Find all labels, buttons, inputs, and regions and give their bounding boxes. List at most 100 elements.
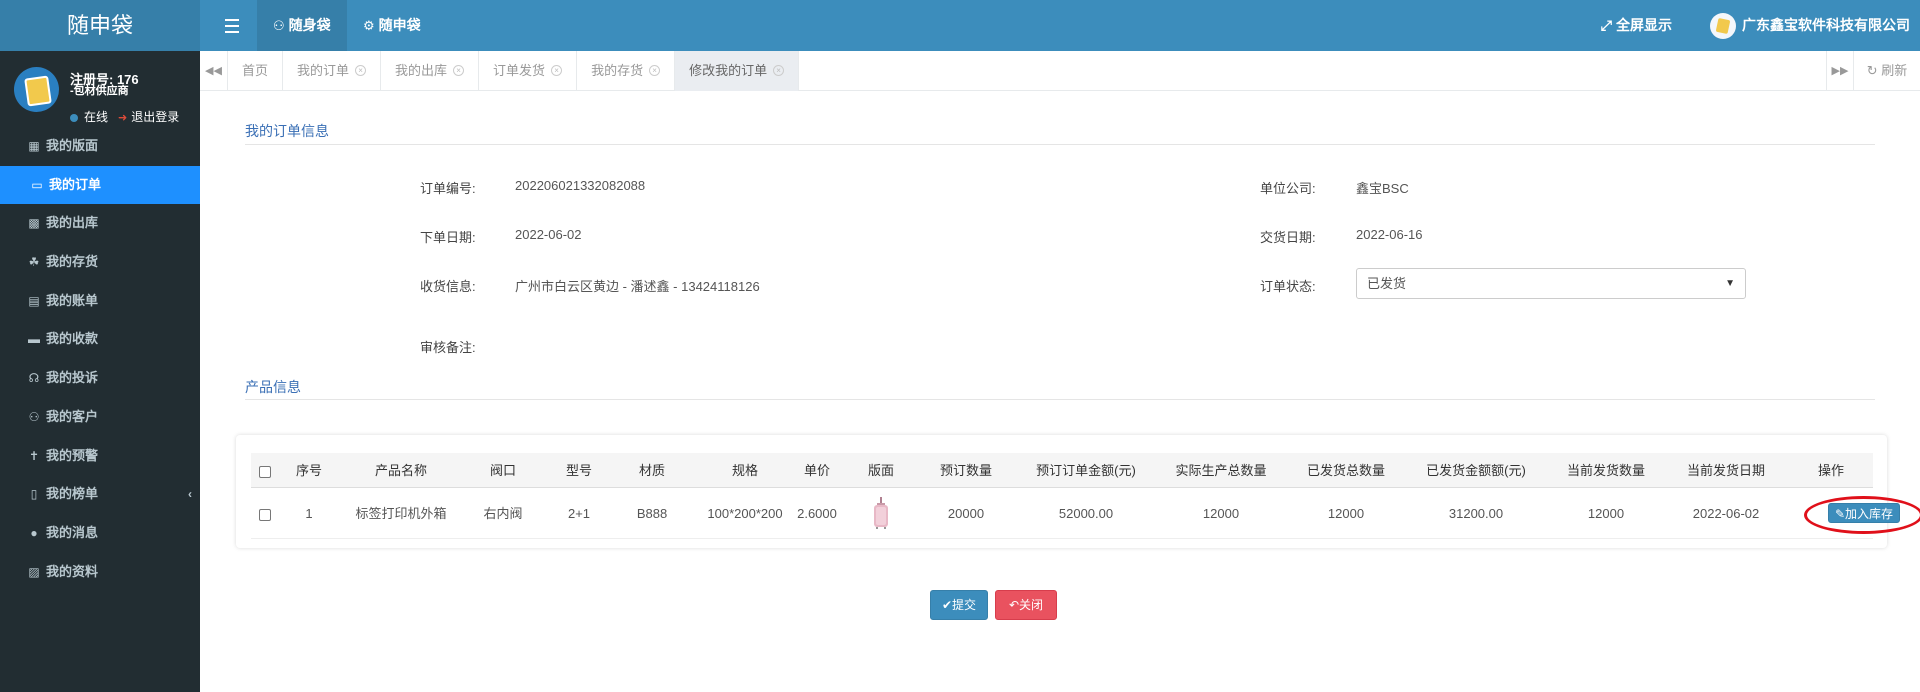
close-icon[interactable]: × — [453, 65, 465, 77]
online-dot-icon — [70, 113, 78, 122]
table-header: 序号 产品名称 阀口 型号 材质 规格 单价 版面 预订数量 预订订单金额(元)… — [251, 453, 1873, 488]
sidebar-item-orders[interactable]: ▭ 我的订单 — [0, 165, 200, 205]
submit-button[interactable]: ✔提交 — [930, 590, 988, 620]
sidebar-item-customers[interactable]: ⚇ 我的客户 — [0, 398, 200, 437]
cell-ordered-qty: 20000 — [947, 506, 985, 521]
tab-order-shipping[interactable]: 订单发货 × — [479, 51, 578, 91]
column-header: 当前发货日期 — [1686, 463, 1765, 478]
shipping-info-label: 收货信息: — [420, 279, 476, 294]
tabs-scroll-right-button[interactable]: ▶▶ — [1826, 51, 1854, 91]
check-icon: ✔ — [941, 598, 953, 612]
logout-link[interactable]: ➜ 退出登录 — [118, 108, 179, 125]
tab-home[interactable]: 首页 — [228, 51, 284, 91]
column-header: 阀口 — [489, 463, 516, 478]
product-table: 序号 产品名称 阀口 型号 材质 规格 单价 版面 预订数量 预订订单金额(元)… — [236, 435, 1920, 548]
cell-produced-qty: 12000 — [1202, 506, 1240, 521]
page-tab-strip: ◀◀ 首页 我的订单 × 我的出库 × 订单发货 × 我的存货 × 修改我的订单 × ▶▶… — [200, 51, 1920, 91]
close-icon[interactable]: × — [355, 65, 367, 77]
backward-icon: ◀◀ — [205, 65, 222, 77]
desktop-icon: ▭ — [31, 177, 43, 192]
users-icon: ⚇ — [273, 18, 285, 33]
column-header: 产品名称 — [374, 463, 427, 478]
top-tab-suishendai[interactable]: ⚇ 随身袋 — [257, 0, 347, 51]
cell-unit-price: 2.6000 — [797, 506, 837, 521]
company-logo-icon — [1710, 13, 1736, 40]
cell-order-amount: 52000.00 — [1058, 506, 1114, 521]
users-icon: ⚇ — [28, 409, 40, 424]
sidebar-item-profile[interactable]: ▨ 我的资料 — [0, 553, 200, 592]
expand-icon: ⤢ — [1600, 17, 1612, 33]
column-header: 预订数量 — [939, 463, 992, 478]
order-date-value: 2022-06-02 — [515, 227, 582, 242]
close-button[interactable]: ↶关闭 — [995, 590, 1057, 620]
money-icon: ▤ — [28, 293, 40, 308]
column-header: 实际生产总数量 — [1175, 463, 1267, 478]
id-card-icon: ▨ — [28, 564, 40, 579]
order-number-value: 202206021332082088 — [515, 178, 646, 193]
sidebar-item-payments[interactable]: ▬ 我的收款 — [0, 320, 200, 359]
column-header: 已发货金额额(元) — [1426, 463, 1526, 478]
cell-shipped-amount: 31200.00 — [1448, 506, 1504, 521]
brand-logo[interactable]: 随申袋 — [0, 0, 200, 51]
fullscreen-button[interactable]: ⤢ 全屏显示 — [1601, 0, 1672, 51]
chevron-left-icon: ‹ — [188, 487, 192, 502]
cell-spec: 100*200*200 — [707, 506, 783, 521]
shipping-info-value: 广州市白云区黄边 - 潘述鑫 - 13424118126 — [515, 279, 760, 294]
sidebar: 注册号: 176 -包材供应商 在线 ➜ 退出登录 ▦ 我的版面 ▭ 我的订单 ▩ 我的… — [0, 51, 200, 692]
delivery-date-value: 2022-06-16 — [1356, 227, 1423, 242]
row-checkbox[interactable] — [255, 489, 275, 539]
sidebar-item-layout[interactable]: ▦ 我的版面 — [0, 127, 200, 166]
sidebar-toggle-button[interactable] — [218, 15, 246, 37]
column-header: 规格 — [731, 463, 758, 478]
chevron-down-icon: ▼ — [1725, 278, 1735, 289]
tab-my-outbound[interactable]: 我的出库 × — [381, 51, 480, 91]
column-header: 材质 — [638, 463, 665, 478]
cubes-icon: ☘ — [28, 255, 40, 270]
top-tab-suishendai-2[interactable]: ⚙ 随申袋 — [347, 0, 437, 51]
sidebar-item-inventory[interactable]: ☘ 我的存货 — [0, 243, 200, 282]
sidebar-item-complaints[interactable]: ☊ 我的投诉 — [0, 359, 200, 398]
sitemap-icon: ▦ — [28, 139, 40, 153]
sidebar-item-alerts[interactable]: ✝ 我的预警 — [0, 437, 200, 476]
credit-card-icon: ▬ — [28, 332, 40, 347]
tab-my-inventory[interactable]: 我的存货 × — [577, 51, 676, 91]
globe-icon: ● — [30, 525, 38, 540]
main-content: 我的订单信息 订单编号: 202206021332082088 单位公司: 鑫宝… — [200, 92, 1920, 692]
divider — [245, 144, 1875, 145]
sidebar-item-rankings[interactable]: ▯ 我的榜单 ‹ — [0, 475, 200, 514]
order-status-select[interactable]: 已发货 ▼ — [1356, 268, 1746, 299]
bus-icon: ▩ — [28, 216, 40, 231]
close-icon[interactable]: × — [649, 65, 661, 77]
refresh-icon: ↻ — [1866, 63, 1878, 78]
user-panel: 注册号: 176 -包材供应商 在线 ➜ 退出登录 — [0, 51, 200, 126]
cell-current-ship-qty: 12000 — [1587, 506, 1625, 521]
column-header: 型号 — [565, 463, 592, 478]
tabs-scroll-left-button[interactable]: ◀◀ — [200, 51, 228, 91]
sidebar-item-messages[interactable]: ● 我的消息 — [0, 514, 200, 553]
tab-edit-order[interactable]: 修改我的订单 × — [675, 51, 800, 91]
forward-icon: ▶▶ — [1831, 65, 1849, 77]
online-status: 在线 — [70, 108, 108, 125]
avatar — [14, 67, 59, 112]
tab-my-orders[interactable]: 我的订单 × — [283, 51, 382, 91]
top-navbar: 随申袋 ⚇ 随身袋 ⚙ 随申袋 ⤢ 全屏显示 广东鑫宝软件科技有限公司 — [0, 0, 1920, 51]
headphones-icon: ☊ — [28, 371, 40, 386]
delivery-date-label: 交货日期: — [1260, 230, 1316, 245]
bar-chart-icon: ▯ — [30, 487, 38, 502]
cell-index: 1 — [305, 506, 313, 521]
sidebar-item-outbound[interactable]: ▩ 我的出库 — [0, 204, 200, 243]
close-icon[interactable]: × — [773, 65, 785, 77]
select-all-checkbox[interactable] — [255, 453, 275, 488]
bag-image — [874, 497, 888, 529]
column-header: 序号 — [295, 463, 322, 478]
order-info-title: 我的订单信息 — [245, 123, 329, 139]
bell-slash-icon: ✝ — [28, 448, 40, 463]
reply-icon: ↶ — [1008, 598, 1020, 612]
sidebar-item-bills[interactable]: ▤ 我的账单 — [0, 282, 200, 321]
close-icon[interactable]: × — [551, 65, 563, 77]
page-tabs: 首页 我的订单 × 我的出库 × 订单发货 × 我的存货 × 修改我的订单 × — [228, 51, 800, 91]
refresh-button[interactable]: ↻ 刷新 — [1854, 51, 1920, 91]
cell-current-ship-date: 2022-06-02 — [1692, 506, 1760, 521]
company-value: 鑫宝BSC — [1356, 181, 1409, 196]
company-menu[interactable]: 广东鑫宝软件科技有限公司 — [1710, 0, 1910, 51]
